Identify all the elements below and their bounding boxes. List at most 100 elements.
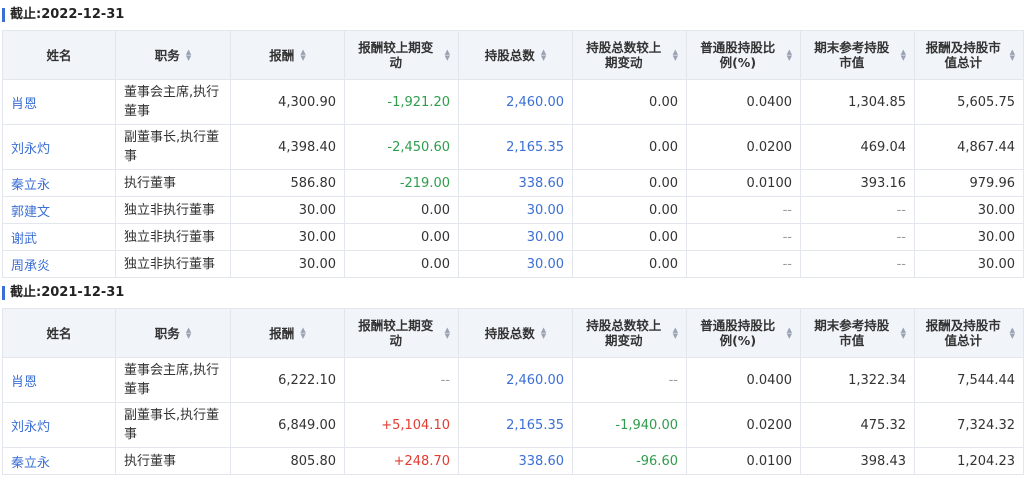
sort-icon[interactable]: ▲ ▼ bbox=[186, 49, 191, 62]
cell-name[interactable]: 刘永灼 bbox=[2, 124, 116, 170]
compensation-table: 姓名 职务 ▲ ▼ 报酬 ▲ ▼ 报酬较上期变动 ▲ ▼ 持股总数 ▲ ▼ 持股总数较上期变动 ▲ ▼ 普通股持… bbox=[2, 30, 1024, 278]
cell-name[interactable]: 谢武 bbox=[2, 223, 116, 251]
column-header-pay[interactable]: 报酬 ▲ ▼ bbox=[230, 308, 345, 358]
column-header-pay-change[interactable]: 报酬较上期变动 ▲ ▼ bbox=[344, 30, 459, 80]
cell-name[interactable]: 肖恩 bbox=[2, 357, 116, 403]
cell-ratio: -- bbox=[686, 223, 801, 251]
column-header-shares-change[interactable]: 持股总数较上期变动 ▲ ▼ bbox=[572, 308, 687, 358]
cell-shares[interactable]: 338.60 bbox=[458, 169, 573, 197]
column-header-value[interactable]: 期末参考持股市值 ▲ ▼ bbox=[800, 30, 915, 80]
executive-compensation-page: 截止:2022-12-31 姓名 职务 ▲ ▼ 报酬 ▲ ▼ 报酬较上期变动 ▲ ▼ 持股总数 ▲ ▼ 持股… bbox=[0, 0, 1024, 475]
cell-total: 7,544.44 bbox=[914, 357, 1024, 403]
sort-icon[interactable]: ▲ ▼ bbox=[901, 49, 906, 62]
column-header-label: 职务 bbox=[154, 47, 180, 63]
column-header-ratio[interactable]: 普通股持股比例(%) ▲ ▼ bbox=[686, 30, 801, 80]
column-header-value[interactable]: 期末参考持股市值 ▲ ▼ bbox=[800, 308, 915, 358]
column-header-ratio[interactable]: 普通股持股比例(%) ▲ ▼ bbox=[686, 308, 801, 358]
cell-shares[interactable]: 30.00 bbox=[458, 196, 573, 224]
header-row: 姓名 职务 ▲ ▼ 报酬 ▲ ▼ 报酬较上期变动 ▲ ▼ 持股总数 ▲ ▼ 持股总数较上期变动 ▲ ▼ 普通股持… bbox=[2, 308, 1024, 358]
column-header-pay-change[interactable]: 报酬较上期变动 ▲ ▼ bbox=[344, 308, 459, 358]
cell-pay: 30.00 bbox=[230, 196, 345, 224]
column-header-label: 持股总数较上期变动 bbox=[586, 40, 662, 70]
cell-name[interactable]: 肖恩 bbox=[2, 79, 116, 125]
sort-icon[interactable]: ▲ ▼ bbox=[541, 49, 546, 62]
cell-shares[interactable]: 2,165.35 bbox=[458, 124, 573, 170]
column-header-label: 持股总数 bbox=[484, 325, 535, 341]
cell-name[interactable]: 秦立永 bbox=[2, 169, 116, 197]
section-title: 截止:2022-12-31 bbox=[0, 0, 1024, 30]
cell-duty: 执行董事 bbox=[115, 447, 231, 475]
column-header-shares[interactable]: 持股总数 ▲ ▼ bbox=[458, 308, 573, 358]
cell-ratio: 0.0200 bbox=[686, 124, 801, 170]
column-header-total[interactable]: 报酬及持股市值总计 ▲ ▼ bbox=[914, 30, 1024, 80]
sort-icon[interactable]: ▲ ▼ bbox=[1010, 327, 1015, 340]
cell-shares[interactable]: 2,460.00 bbox=[458, 357, 573, 403]
column-header-total[interactable]: 报酬及持股市值总计 ▲ ▼ bbox=[914, 308, 1024, 358]
table-row: 秦立永 执行董事 805.80 +248.70 338.60 -96.60 0.0100 39… bbox=[2, 447, 1024, 475]
report-section: 截止:2022-12-31 姓名 职务 ▲ ▼ 报酬 ▲ ▼ 报酬较上期变动 ▲ ▼ 持股总数 ▲ ▼ 持股… bbox=[0, 0, 1024, 278]
cell-total: 4,867.44 bbox=[914, 124, 1024, 170]
cell-value: -- bbox=[800, 196, 915, 224]
table-row: 刘永灼 副董事长,执行董事 4,398.40 -2,450.60 2,165.35 0.0… bbox=[2, 124, 1024, 170]
column-header-label: 姓名 bbox=[46, 47, 72, 63]
sort-icon[interactable]: ▲ ▼ bbox=[787, 49, 792, 62]
column-header-label: 报酬及持股市值总计 bbox=[925, 318, 1001, 348]
column-header-name: 姓名 bbox=[2, 308, 116, 358]
table-row: 秦立永 执行董事 586.80 -219.00 338.60 0.00 0.0100 393.… bbox=[2, 169, 1024, 197]
cell-shares-change: 0.00 bbox=[572, 124, 687, 170]
column-header-pay[interactable]: 报酬 ▲ ▼ bbox=[230, 30, 345, 80]
cell-value: 1,322.34 bbox=[800, 357, 915, 403]
sort-icon[interactable]: ▲ ▼ bbox=[300, 327, 305, 340]
cell-pay: 30.00 bbox=[230, 250, 345, 278]
column-header-label: 报酬 bbox=[269, 325, 295, 341]
cell-name[interactable]: 刘永灼 bbox=[2, 402, 116, 448]
sort-icon[interactable]: ▲ ▼ bbox=[673, 327, 678, 340]
cell-value: 393.16 bbox=[800, 169, 915, 197]
cell-name[interactable]: 周承炎 bbox=[2, 250, 116, 278]
cell-total: 30.00 bbox=[914, 196, 1024, 224]
cell-pay: 4,398.40 bbox=[230, 124, 345, 170]
sort-icon[interactable]: ▲ ▼ bbox=[541, 327, 546, 340]
cell-value: 1,304.85 bbox=[800, 79, 915, 125]
table-row: 郭建文 独立非执行董事 30.00 0.00 30.00 0.00 -- -- 30.00 bbox=[2, 196, 1024, 224]
cell-pay: 4,300.90 bbox=[230, 79, 345, 125]
cell-ratio: 0.0200 bbox=[686, 402, 801, 448]
cell-name[interactable]: 郭建文 bbox=[2, 196, 116, 224]
cell-shares-change: 0.00 bbox=[572, 223, 687, 251]
column-header-label: 姓名 bbox=[46, 325, 72, 341]
sort-icon[interactable]: ▲ ▼ bbox=[1010, 49, 1015, 62]
cell-total: 30.00 bbox=[914, 250, 1024, 278]
column-header-duty[interactable]: 职务 ▲ ▼ bbox=[115, 30, 231, 80]
sort-icon[interactable]: ▲ ▼ bbox=[901, 327, 906, 340]
table-row: 周承炎 独立非执行董事 30.00 0.00 30.00 0.00 -- -- 30.00 bbox=[2, 250, 1024, 278]
cell-shares[interactable]: 30.00 bbox=[458, 250, 573, 278]
cell-name[interactable]: 秦立永 bbox=[2, 447, 116, 475]
sort-icon[interactable]: ▲ ▼ bbox=[673, 49, 678, 62]
sort-icon[interactable]: ▲ ▼ bbox=[300, 49, 305, 62]
column-header-shares[interactable]: 持股总数 ▲ ▼ bbox=[458, 30, 573, 80]
cell-pay: 586.80 bbox=[230, 169, 345, 197]
cell-shares[interactable]: 2,165.35 bbox=[458, 402, 573, 448]
column-header-duty[interactable]: 职务 ▲ ▼ bbox=[115, 308, 231, 358]
cell-shares[interactable]: 338.60 bbox=[458, 447, 573, 475]
column-header-label: 持股总数 bbox=[484, 47, 535, 63]
sort-icon[interactable]: ▲ ▼ bbox=[445, 327, 450, 340]
cell-duty: 董事会主席,执行董事 bbox=[115, 79, 231, 125]
sort-icon[interactable]: ▲ ▼ bbox=[445, 49, 450, 62]
cell-total: 30.00 bbox=[914, 223, 1024, 251]
cell-duty: 副董事长,执行董事 bbox=[115, 402, 231, 448]
sort-icon[interactable]: ▲ ▼ bbox=[186, 327, 191, 340]
compensation-table: 姓名 职务 ▲ ▼ 报酬 ▲ ▼ 报酬较上期变动 ▲ ▼ 持股总数 ▲ ▼ 持股总数较上期变动 ▲ ▼ 普通股持… bbox=[2, 308, 1024, 475]
column-header-shares-change[interactable]: 持股总数较上期变动 ▲ ▼ bbox=[572, 30, 687, 80]
cell-shares[interactable]: 2,460.00 bbox=[458, 79, 573, 125]
table-row: 谢武 独立非执行董事 30.00 0.00 30.00 0.00 -- -- 30.00 bbox=[2, 223, 1024, 251]
cell-total: 7,324.32 bbox=[914, 402, 1024, 448]
cell-ratio: -- bbox=[686, 196, 801, 224]
cell-duty: 执行董事 bbox=[115, 169, 231, 197]
table-row: 肖恩 董事会主席,执行董事 4,300.90 -1,921.20 2,460.00 0.0… bbox=[2, 79, 1024, 125]
cell-pay-change: -2,450.60 bbox=[344, 124, 459, 170]
sort-icon[interactable]: ▲ ▼ bbox=[787, 327, 792, 340]
column-header-label: 普通股持股比例(%) bbox=[700, 40, 776, 70]
column-header-label: 普通股持股比例(%) bbox=[700, 318, 776, 348]
cell-shares[interactable]: 30.00 bbox=[458, 223, 573, 251]
